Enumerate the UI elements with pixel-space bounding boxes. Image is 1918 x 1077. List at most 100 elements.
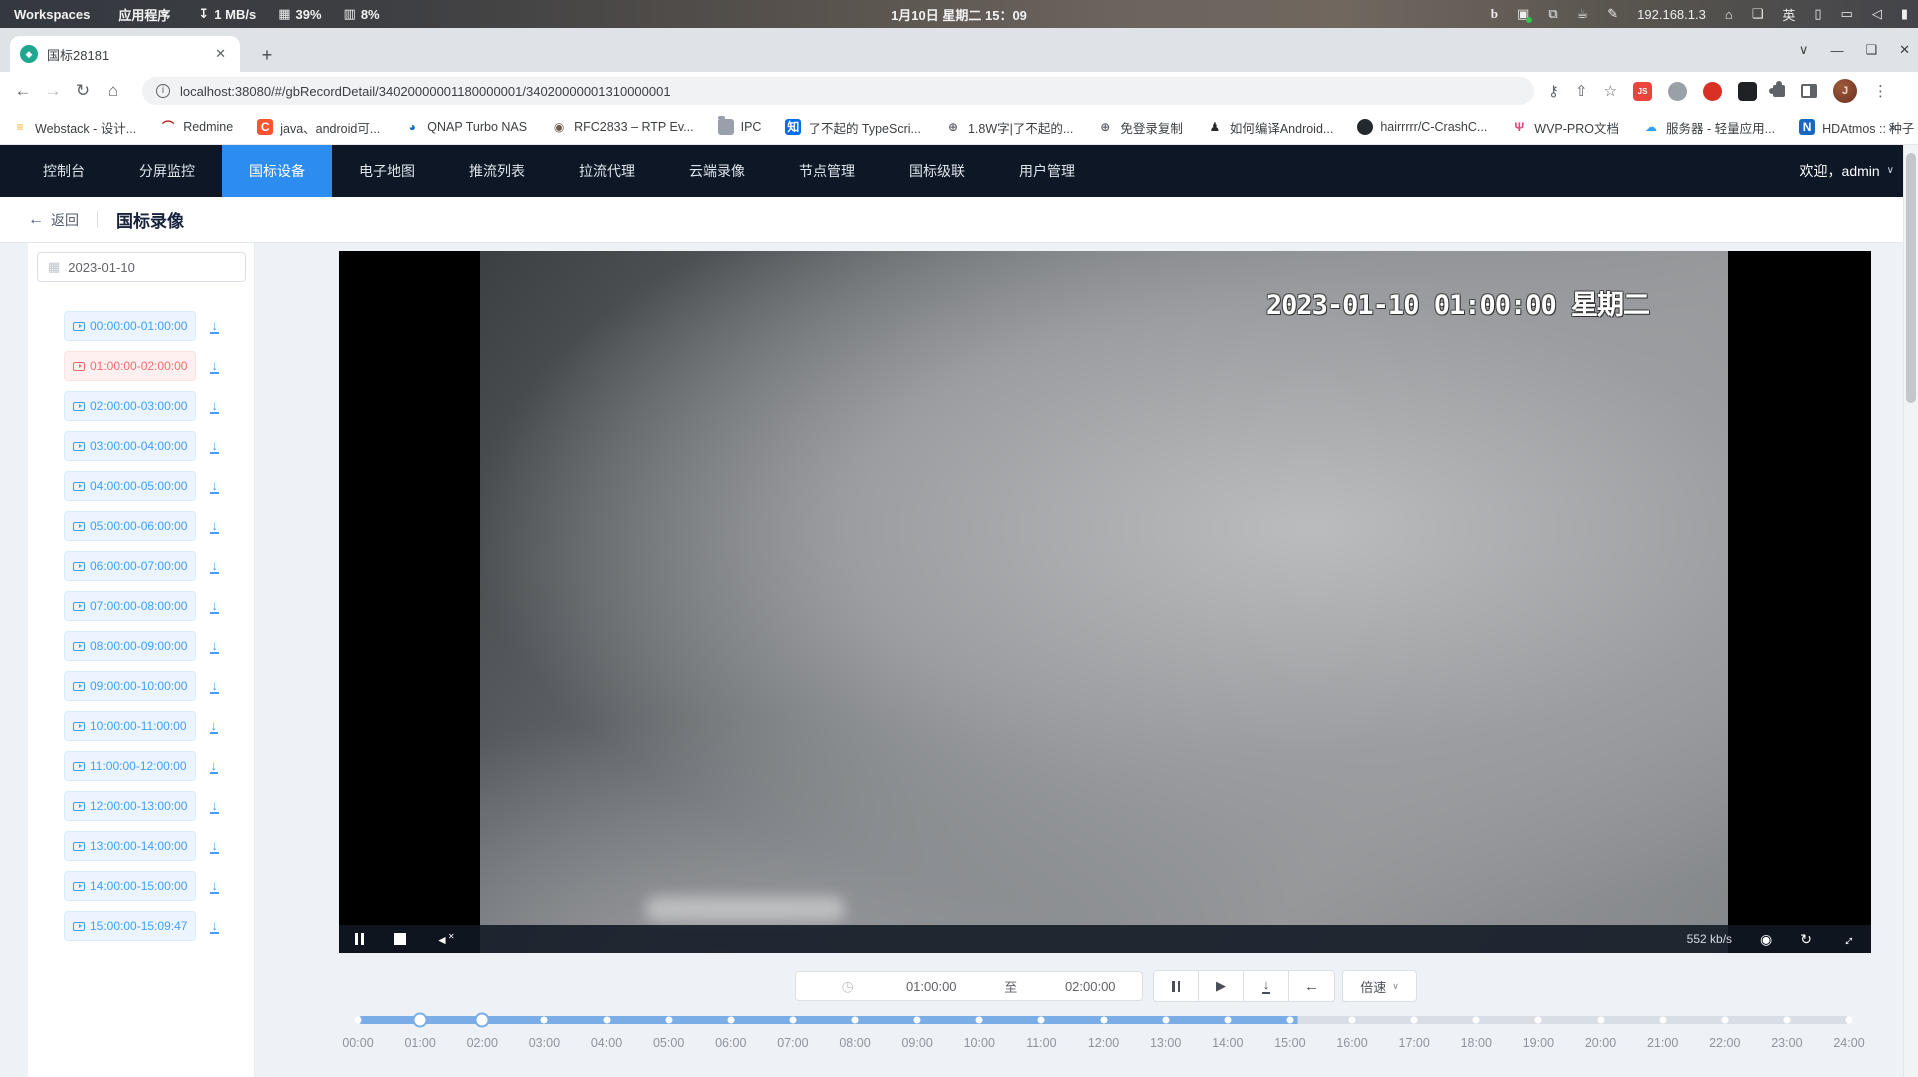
download-button[interactable]: ↓ [1244, 971, 1289, 1001]
segment-button[interactable]: 13:00:00-14:00:00 [64, 831, 196, 861]
screenshot-tray-icon[interactable]: ▣ [1517, 6, 1529, 22]
volume-icon[interactable]: ◁ [1872, 6, 1882, 22]
extensions-puzzle-icon[interactable] [1773, 85, 1785, 97]
window-minimize-button[interactable]: — [1830, 43, 1843, 58]
player-pause-icon[interactable] [355, 933, 364, 945]
end-time-value[interactable]: 02:00:00 [1051, 979, 1131, 994]
segment-button[interactable]: 12:00:00-13:00:00 [64, 791, 196, 821]
player-stop-icon[interactable] [394, 933, 406, 945]
start-time-value[interactable]: 01:00:00 [892, 979, 972, 994]
download-icon[interactable]: ↓ [210, 439, 219, 454]
user-menu[interactable]: 欢迎，admin ∨ [1800, 145, 1894, 197]
timeline-track[interactable] [358, 1016, 1849, 1024]
bookmark-item[interactable]: ♟ 如何编译Android... [1207, 118, 1334, 137]
nav-item[interactable]: 用户管理 [992, 145, 1102, 197]
extension-dark-icon[interactable] [1738, 82, 1757, 101]
download-icon[interactable]: ↓ [210, 559, 219, 574]
bookmark-item[interactable]: ☁ 服务器 - 轻量应用... [1643, 118, 1775, 137]
new-tab-button[interactable]: + [254, 42, 280, 68]
segment-button[interactable]: 06:00:00-07:00:00 [64, 551, 196, 581]
play-button[interactable]: ▶ [1199, 971, 1244, 1001]
bookmark-item[interactable]: ⊕ 免登录复制 [1097, 118, 1183, 137]
address-bar[interactable]: i localhost:38080/#/gbRecordDetail/34020… [142, 77, 1534, 105]
home-tray-icon[interactable]: ⌂ [1725, 7, 1733, 22]
bookmark-star-icon[interactable]: ☆ [1604, 82, 1617, 100]
bookmark-item[interactable]: ◕ QNAP Turbo NAS [404, 119, 527, 135]
segment-button[interactable]: 02:00:00-03:00:00 [64, 391, 196, 421]
video-player[interactable]: 2023-01-10 01:00:00 星期二 ◄✕ 552 kb/s ◉ ↻ … [339, 251, 1871, 953]
side-panel-icon[interactable] [1801, 84, 1817, 98]
display-icon[interactable]: ▭ [1841, 6, 1853, 22]
refresh-icon[interactable]: ↻ [1800, 931, 1812, 948]
phone-link-icon[interactable]: ▯ [1814, 6, 1821, 22]
segment-button[interactable]: 09:00:00-10:00:00 [64, 671, 196, 701]
bookmark-item[interactable]: C java、android可... [257, 118, 380, 137]
scrollbar-thumb[interactable] [1906, 153, 1916, 403]
bookmark-item[interactable]: Ψ WVP-PRO文档 [1511, 118, 1619, 137]
reload-icon[interactable]: ↻ [68, 81, 98, 101]
workspaces-button[interactable]: Workspaces [14, 7, 90, 22]
bookmark-item[interactable]: ⌒ Redmine [160, 119, 233, 135]
time-range-input[interactable]: ◷ 01:00:00 至 02:00:00 [795, 971, 1143, 1001]
windows-tray-icon[interactable]: ❏ [1752, 6, 1764, 22]
bookmark-item[interactable]: ⊕ 1.8W字|了不起的... [945, 118, 1073, 137]
extension-red-icon[interactable] [1703, 82, 1722, 101]
ip-address-indicator[interactable]: 192.168.1.3 [1637, 7, 1706, 22]
nav-item[interactable]: 分屏监控 [112, 145, 222, 197]
timeline-handle[interactable] [475, 1013, 490, 1028]
download-icon[interactable]: ↓ [210, 759, 219, 774]
bookmarks-overflow-icon[interactable]: » [1888, 118, 1912, 134]
download-icon[interactable]: ↓ [210, 799, 219, 814]
nav-item[interactable]: 云端录像 [662, 145, 772, 197]
segment-button[interactable]: 08:00:00-09:00:00 [64, 631, 196, 661]
caffeine-tray-icon[interactable]: ☕ [1577, 6, 1589, 22]
battery-icon[interactable]: ▮ [1901, 6, 1908, 22]
bookmark-item[interactable]: ≡ Webstack - 设计... [12, 118, 136, 137]
date-picker-input[interactable]: ▦ 2023-01-10 [37, 252, 246, 282]
seek-back-button[interactable]: ← [1289, 971, 1334, 1001]
color-picker-tray-icon[interactable]: ✎ [1607, 6, 1618, 22]
download-icon[interactable]: ↓ [210, 359, 219, 374]
nav-item[interactable]: 电子地图 [332, 145, 442, 197]
bookmark-item[interactable]: IPC [718, 119, 762, 135]
bookmark-item[interactable]: ◉ RFC2833 – RTP Ev... [551, 119, 694, 135]
segment-button[interactable]: 03:00:00-04:00:00 [64, 431, 196, 461]
bing-tray-icon[interactable]: b [1491, 6, 1498, 22]
window-close-button[interactable]: ✕ [1899, 42, 1910, 58]
download-icon[interactable]: ↓ [210, 839, 219, 854]
nav-item[interactable]: 拉流代理 [552, 145, 662, 197]
download-icon[interactable]: ↓ [210, 479, 219, 494]
browser-menu-icon[interactable]: ⋮ [1873, 82, 1889, 100]
nav-item[interactable]: 推流列表 [442, 145, 552, 197]
profile-avatar[interactable]: J [1833, 79, 1857, 103]
timeline-handle[interactable] [413, 1013, 428, 1028]
back-button[interactable]: ← 返回 [28, 210, 79, 230]
clipboard-tray-icon[interactable]: ⧉ [1548, 6, 1557, 22]
clock[interactable]: 1月10日 星期二 15：09 [891, 5, 1027, 24]
download-icon[interactable]: ↓ [210, 319, 219, 334]
download-icon[interactable]: ↓ [210, 879, 219, 894]
window-restore-button[interactable]: ❑ [1865, 42, 1877, 58]
nav-item[interactable]: 控制台 [16, 145, 112, 197]
segment-button[interactable]: 05:00:00-06:00:00 [64, 511, 196, 541]
extension-js-icon[interactable]: JS [1633, 82, 1652, 101]
download-icon[interactable]: ↓ [210, 599, 219, 614]
bookmark-item[interactable]: hairrrrr/C-CrashC... [1357, 119, 1487, 135]
download-icon[interactable]: ↓ [210, 519, 219, 534]
nav-item[interactable]: 国标设备 [222, 145, 332, 197]
input-language-indicator[interactable]: 英 [1782, 5, 1795, 24]
extension-gray-icon[interactable] [1668, 82, 1687, 101]
bookmark-item[interactable]: 知 了不起的 TypeScri... [785, 118, 921, 137]
back-nav-icon[interactable]: ← [8, 81, 38, 101]
site-info-icon[interactable]: i [156, 84, 170, 98]
segment-button[interactable]: 11:00:00-12:00:00 [64, 751, 196, 781]
pause-button[interactable] [1154, 971, 1199, 1001]
segment-button[interactable]: 10:00:00-11:00:00 [64, 711, 196, 741]
browser-tab[interactable]: ◆ 国标28181 ✕ [10, 36, 240, 72]
tab-close-icon[interactable]: ✕ [211, 46, 230, 62]
segment-button[interactable]: 15:00:00-15:09:47 [64, 911, 196, 941]
applications-button[interactable]: 应用程序 [118, 5, 170, 24]
page-scrollbar[interactable] [1903, 145, 1918, 1077]
speed-dropdown[interactable]: 倍速 ∨ [1342, 970, 1417, 1002]
forward-nav-icon[interactable]: → [38, 81, 68, 101]
